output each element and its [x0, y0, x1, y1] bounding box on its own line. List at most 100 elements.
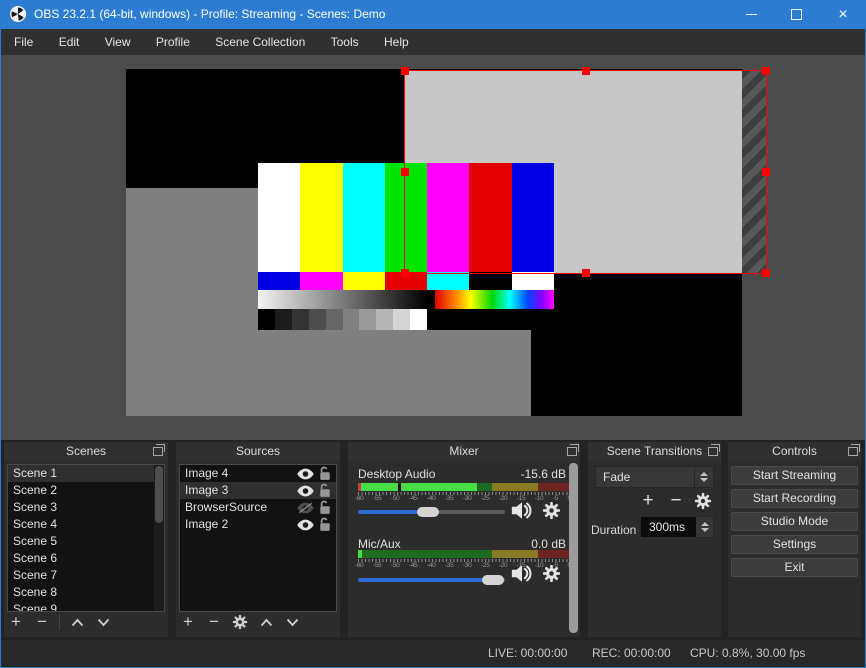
remove-transition-button[interactable]: − — [666, 490, 686, 512]
mixer-float-icon[interactable] — [567, 444, 579, 456]
spinbox-arrows[interactable] — [696, 517, 713, 537]
scenes-scrollbar-handle[interactable] — [155, 466, 163, 523]
lock-open-icon[interactable] — [319, 517, 331, 532]
menu-item-view[interactable]: View — [94, 29, 142, 55]
visibility-eye-hidden-icon[interactable] — [297, 502, 314, 514]
source-list-item[interactable]: Image 4 — [180, 465, 336, 482]
source-list-item[interactable]: BrowserSource — [180, 499, 336, 516]
visibility-eye-icon[interactable] — [297, 519, 314, 531]
color-bars-gradient-row — [258, 290, 554, 309]
scene-list-item[interactable]: Scene 2 — [8, 482, 164, 499]
transition-buttons: + − — [638, 490, 712, 512]
selection-handle-top-mid[interactable] — [581, 67, 590, 75]
scene-list-item[interactable]: Scene 8 — [8, 584, 164, 601]
menu-item-profile[interactable]: Profile — [145, 29, 201, 55]
scene-list-item[interactable]: Scene 4 — [8, 516, 164, 533]
scene-list-item[interactable]: Scene 6 — [8, 550, 164, 567]
scenes-list[interactable]: Scene 1 Scene 2 Scene 3 Scene 4 Scene 5 … — [7, 464, 165, 612]
mixer-channel-db-value: -15.6 dB — [520, 467, 566, 481]
volume-slider-handle[interactable] — [417, 507, 439, 517]
selection-handle-top-right[interactable] — [762, 67, 770, 75]
maximize-button[interactable] — [774, 0, 819, 29]
mixer-panel-header[interactable]: Mixer — [348, 442, 580, 461]
volume-slider[interactable] — [358, 507, 505, 517]
start-recording-button[interactable]: Start Recording — [731, 489, 858, 508]
duration-label: Duration — [591, 523, 637, 537]
lock-open-icon[interactable] — [319, 466, 331, 481]
controls-panel-header[interactable]: Controls — [728, 442, 861, 461]
transitions-float-icon[interactable] — [708, 444, 720, 456]
source-down-button[interactable] — [283, 618, 301, 627]
add-scene-button[interactable]: + — [7, 612, 25, 632]
minimize-icon — [746, 14, 757, 15]
studio-mode-button[interactable]: Studio Mode — [731, 512, 858, 531]
selection-handle-bottom-right[interactable] — [762, 269, 770, 277]
transitions-panel-header[interactable]: Scene Transitions — [588, 442, 721, 461]
exit-button[interactable]: Exit — [731, 558, 858, 577]
meter-tick-labels: -60-55-50-45-40-35-30-25-20-15-10-50 — [355, 562, 571, 569]
scene-list-item[interactable]: Scene 5 — [8, 533, 164, 550]
remove-source-button[interactable]: − — [205, 612, 223, 632]
source-list-item[interactable]: Image 2 — [180, 516, 336, 533]
transition-select[interactable]: Fade — [595, 466, 714, 488]
selection-handle-bottom-mid[interactable] — [581, 269, 590, 277]
lock-open-icon[interactable] — [319, 483, 331, 498]
lock-open-icon[interactable] — [319, 500, 331, 515]
visibility-eye-icon[interactable] — [297, 468, 314, 480]
minimize-button[interactable] — [729, 0, 774, 29]
source-properties-gear-icon[interactable] — [231, 614, 249, 630]
mixer-gear-icon[interactable] — [542, 564, 561, 588]
scenes-float-icon[interactable] — [153, 444, 165, 456]
scene-down-button[interactable] — [94, 618, 112, 627]
cpu-fps-stats: CPU: 0.8%, 30.00 fps — [690, 646, 806, 660]
menu-item-file[interactable]: File — [3, 29, 44, 55]
source-list-item[interactable]: Image 3 — [180, 482, 336, 499]
menu-item-tools[interactable]: Tools — [320, 29, 370, 55]
scenes-scrollbar[interactable] — [154, 465, 164, 611]
selection-handle-mid-left[interactable] — [401, 168, 409, 176]
preview-area[interactable] — [0, 55, 866, 440]
sources-list[interactable]: Image 4 Image 3 BrowserSource Image 2 — [179, 464, 337, 612]
duration-spinbox[interactable]: 300ms — [640, 516, 714, 538]
remove-scene-button[interactable]: − — [33, 612, 51, 632]
scenes-panel-header[interactable]: Scenes — [4, 442, 168, 461]
visibility-eye-icon[interactable] — [297, 485, 314, 497]
sources-panel-header[interactable]: Sources — [176, 442, 340, 461]
start-streaming-button[interactable]: Start Streaming — [731, 466, 858, 485]
menu-item-scene-collection[interactable]: Scene Collection — [204, 29, 316, 55]
combo-chevrons-icon[interactable] — [694, 467, 713, 487]
menu-item-help[interactable]: Help — [373, 29, 420, 55]
volume-slider-handle[interactable] — [482, 575, 504, 585]
scene-up-button[interactable] — [68, 618, 86, 627]
toolbar-separator — [59, 614, 60, 630]
mixer-gear-icon[interactable] — [542, 501, 561, 525]
speaker-icon[interactable] — [510, 501, 534, 525]
speaker-icon[interactable] — [510, 564, 534, 588]
mixer-scrollbar[interactable] — [569, 463, 578, 633]
mixer-channel-db-value: 0.0 dB — [531, 537, 566, 551]
selection-handle-bottom-left[interactable] — [401, 269, 409, 277]
transition-properties-gear-icon[interactable] — [694, 492, 712, 510]
add-transition-button[interactable]: + — [638, 490, 658, 512]
settings-button[interactable]: Settings — [731, 535, 858, 554]
scene-list-item[interactable]: Scene 3 — [8, 499, 164, 516]
selection-handle-top-left[interactable] — [401, 67, 409, 75]
volume-slider[interactable] — [358, 575, 505, 585]
close-button[interactable]: × — [820, 0, 866, 29]
title-bar[interactable]: OBS 23.2.1 (64-bit, windows) - Profile: … — [0, 0, 866, 29]
selection-handle-mid-right[interactable] — [762, 168, 770, 176]
selection-box[interactable] — [401, 67, 770, 277]
window-border-left — [0, 0, 1, 668]
add-source-button[interactable]: + — [179, 612, 197, 632]
controls-float-icon[interactable] — [848, 444, 860, 456]
source-up-button[interactable] — [257, 618, 275, 627]
scenes-panel: Scenes Scene 1 Scene 2 Scene 3 Scene 4 S… — [4, 442, 168, 637]
menu-item-edit[interactable]: Edit — [48, 29, 91, 55]
mixer-scrollbar-handle[interactable] — [569, 463, 578, 633]
transition-selected-value: Fade — [603, 470, 631, 484]
scene-list-item[interactable]: Scene 7 — [8, 567, 164, 584]
volume-meter — [358, 550, 570, 558]
meter-tick-labels: -60-55-50-45-40-35-30-25-20-15-10-50 — [355, 495, 571, 502]
scene-list-item[interactable]: Scene 1 — [8, 465, 164, 482]
live-time: LIVE: 00:00:00 — [488, 646, 568, 660]
